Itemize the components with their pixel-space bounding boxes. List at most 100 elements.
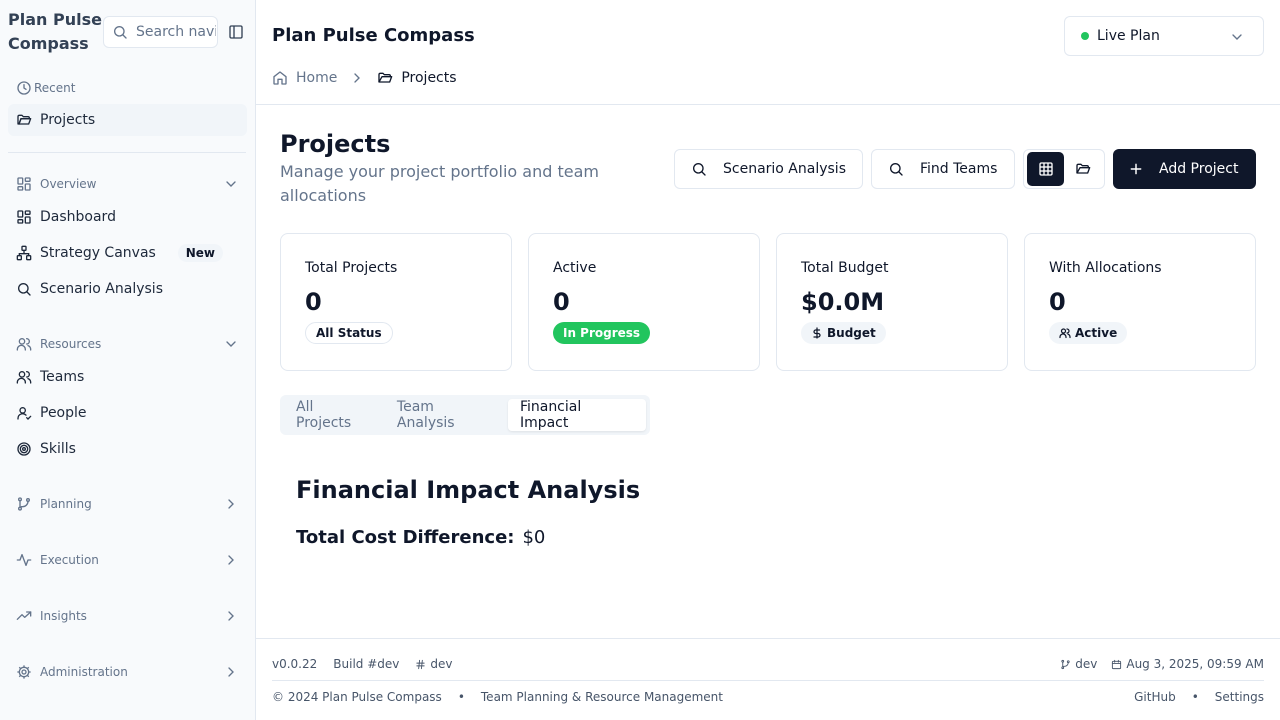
- build-label: Build #dev: [333, 657, 400, 671]
- breadcrumb-label: Home: [296, 70, 338, 86]
- group-label: Execution: [40, 553, 99, 567]
- recent-section-label: Recent: [16, 79, 75, 97]
- button-label: Add Project: [1159, 161, 1239, 177]
- breadcrumb: Home Projects: [272, 68, 457, 88]
- sidebar-item-label: Strategy Canvas: [40, 245, 156, 261]
- git-branch-icon: [16, 496, 32, 512]
- total-cost-label: Total Cost Difference:: [296, 526, 515, 548]
- status-badge: Budget: [801, 322, 886, 344]
- add-project-button[interactable]: Add Project: [1113, 149, 1256, 189]
- stat-label: Total Projects: [305, 260, 398, 276]
- chevron-right-icon: [223, 496, 239, 512]
- scenario-analysis-button[interactable]: Scenario Analysis: [674, 149, 863, 189]
- github-link[interactable]: GitHub: [1134, 690, 1176, 704]
- group-insights[interactable]: Insights: [8, 604, 247, 628]
- search-icon: [691, 161, 707, 177]
- breadcrumb-label: Projects: [401, 70, 457, 86]
- users-icon: [1059, 327, 1071, 339]
- folder-open-icon: [377, 70, 393, 86]
- gear-icon: [16, 664, 32, 680]
- timestamp-info: Aug 3, 2025, 09:59 AM: [1111, 657, 1264, 671]
- plus-icon: [1129, 162, 1143, 176]
- group-resources[interactable]: Resources: [8, 332, 247, 356]
- stat-card-total-projects: Total Projects 0 All Status: [280, 233, 512, 371]
- plan-selector[interactable]: Live Plan: [1064, 16, 1264, 56]
- group-planning[interactable]: Planning: [8, 492, 247, 516]
- page-subtitle: Manage your project portfolio and team a…: [280, 162, 599, 205]
- chevron-right-icon: [349, 70, 365, 86]
- group-label: Planning: [40, 497, 92, 511]
- button-label: Scenario Analysis: [723, 161, 846, 177]
- hash-icon: [415, 659, 426, 670]
- tab-financial-impact[interactable]: Financial Impact: [507, 399, 646, 431]
- tagline-text: Team Planning & Resource Management: [480, 690, 723, 704]
- stat-value: 0: [305, 288, 322, 316]
- search-icon: [112, 24, 128, 40]
- layout-dashboard-icon: [16, 176, 32, 192]
- branch-label: dev: [1075, 657, 1098, 671]
- chevron-right-icon: [223, 552, 239, 568]
- tab-team-analysis[interactable]: Team Analysis: [385, 399, 508, 431]
- status-badge: In Progress: [553, 322, 651, 344]
- financial-impact-title: Financial Impact Analysis: [296, 476, 641, 504]
- group-execution[interactable]: Execution: [8, 548, 247, 572]
- search-icon: [16, 281, 32, 297]
- find-teams-button[interactable]: Find Teams: [871, 149, 1015, 189]
- status-badge: All Status: [305, 322, 393, 344]
- sidebar-item-dashboard[interactable]: Dashboard: [8, 201, 247, 233]
- sidebar-search-input[interactable]: [136, 24, 216, 40]
- sidebar-item-skills[interactable]: Skills: [8, 433, 247, 465]
- stat-value: 0: [553, 288, 570, 316]
- plan-selector-value: Live Plan: [1097, 28, 1160, 44]
- git-branch-icon: [1060, 659, 1071, 670]
- chevron-right-icon: [223, 608, 239, 624]
- chevron-down-icon: [223, 336, 239, 352]
- sidebar-search[interactable]: [103, 16, 218, 48]
- status-dot: [1081, 32, 1089, 40]
- badge-label: Active: [1075, 326, 1118, 340]
- sidebar-item-label: Dashboard: [40, 209, 116, 225]
- sidebar-item-people[interactable]: People: [8, 397, 247, 429]
- grid-view-button[interactable]: [1027, 152, 1064, 186]
- settings-link[interactable]: Settings: [1215, 690, 1264, 704]
- users-icon: [16, 369, 32, 385]
- footer: v0.0.22 Build #dev dev dev Aug 3, 2025, …: [256, 638, 1280, 720]
- badge-label: All Status: [316, 326, 382, 340]
- breadcrumb-home[interactable]: Home: [272, 70, 337, 86]
- version-label: v0.0.22: [272, 657, 318, 671]
- project-tabs: All Projects Team Analysis Financial Imp…: [280, 395, 650, 435]
- bullet-separator: •: [1191, 690, 1199, 704]
- breadcrumb-projects: Projects: [377, 70, 457, 86]
- tab-all-projects[interactable]: All Projects: [284, 399, 385, 431]
- clock-icon: [16, 80, 32, 96]
- stat-card-total-budget: Total Budget $0.0M Budget: [776, 233, 1008, 371]
- total-cost-value: $0: [522, 526, 546, 548]
- sidebar-item-recent-projects[interactable]: Projects: [8, 104, 247, 136]
- stat-label: Active: [553, 260, 597, 276]
- brand-name[interactable]: Plan Pulse Compass: [8, 8, 108, 56]
- folder-view-button[interactable]: [1064, 152, 1101, 186]
- page-title: Projects: [280, 130, 391, 158]
- group-overview[interactable]: Overview: [8, 172, 247, 196]
- button-label: Find Teams: [920, 161, 998, 177]
- group-label: Resources: [40, 337, 102, 351]
- activity-icon: [16, 552, 32, 568]
- group-administration[interactable]: Administration: [8, 660, 247, 684]
- timestamp-label: Aug 3, 2025, 09:59 AM: [1126, 657, 1264, 671]
- user-icon: [16, 405, 32, 421]
- total-cost-row: Total Cost Difference: $0: [296, 525, 545, 549]
- sidebar-toggle-icon[interactable]: [228, 24, 244, 40]
- sidebar-item-label: Scenario Analysis: [40, 281, 163, 297]
- top-header: Plan Pulse Compass Live Plan Home Projec…: [256, 0, 1280, 105]
- calendar-icon: [1111, 659, 1122, 670]
- trending-up-icon: [16, 608, 32, 624]
- sidebar-item-strategy-canvas[interactable]: Strategy Canvas New: [8, 237, 247, 269]
- stat-card-with-allocations: With Allocations 0 Active: [1024, 233, 1256, 371]
- stat-value: 0: [1049, 288, 1066, 316]
- stat-label: With Allocations: [1049, 260, 1162, 276]
- sidebar-divider: [8, 152, 246, 153]
- sidebar-item-teams[interactable]: Teams: [8, 361, 247, 393]
- search-icon: [888, 161, 904, 177]
- footer-build-info: v0.0.22 Build #dev dev dev Aug 3, 2025, …: [272, 655, 1264, 673]
- sidebar-item-scenario-analysis[interactable]: Scenario Analysis: [8, 273, 247, 305]
